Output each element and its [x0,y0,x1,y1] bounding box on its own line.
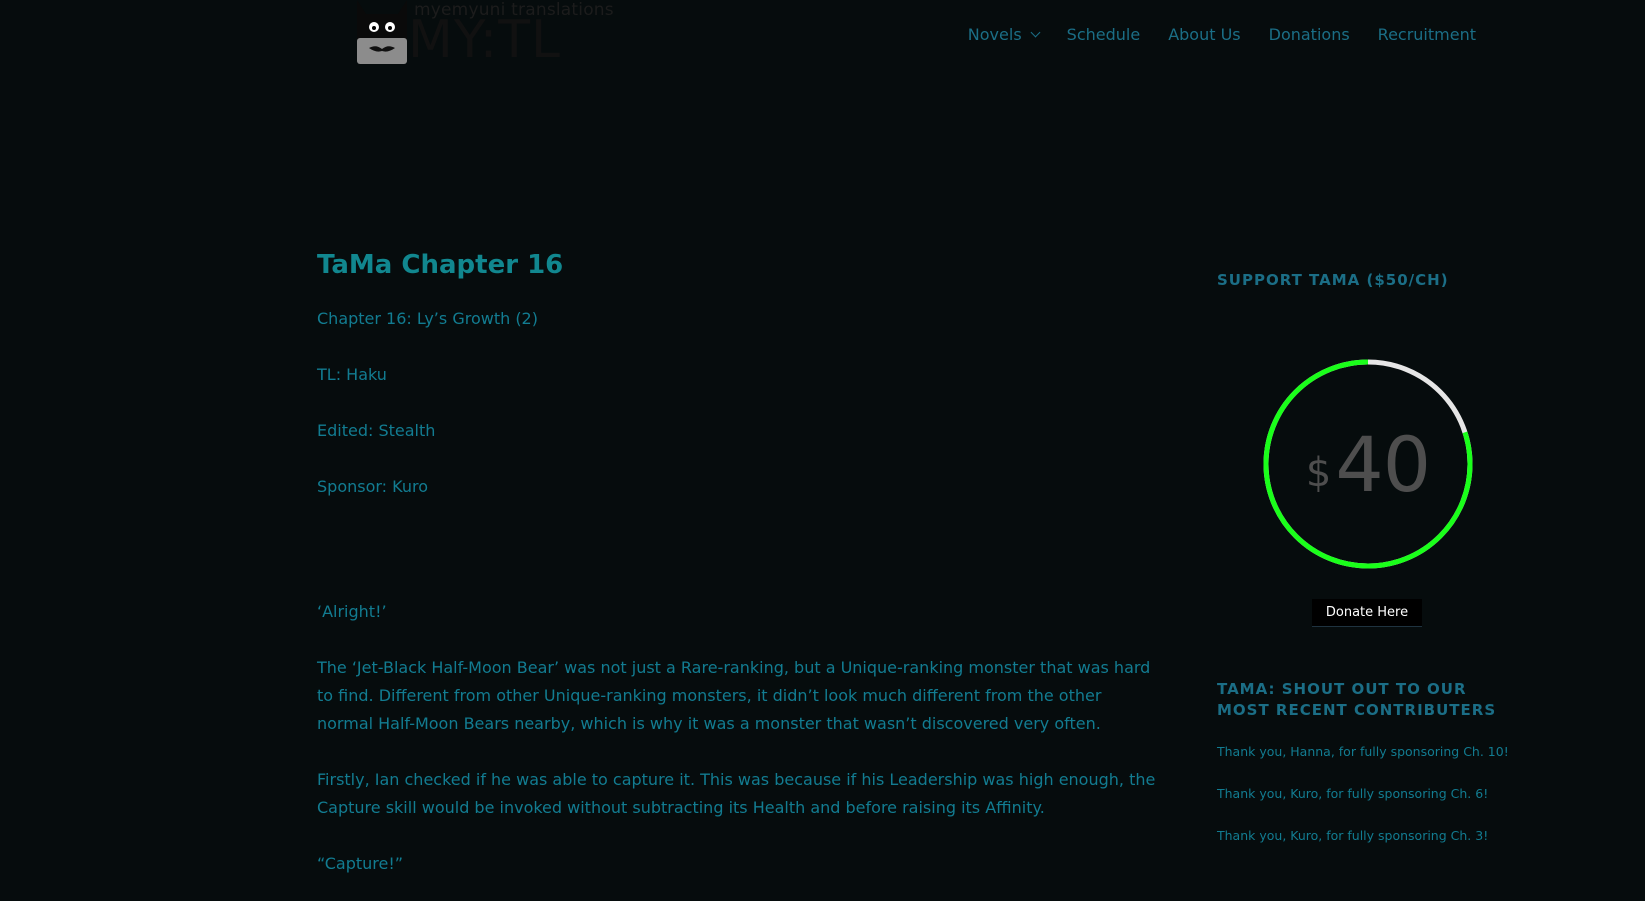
nav-donations[interactable]: Donations [1269,25,1350,44]
story-paragraph: ‘Alright!’ [317,602,387,621]
gauge-amount: $ 40 [1261,357,1475,571]
nav-about-us[interactable]: About Us [1168,25,1240,44]
chevron-down-icon [1030,27,1041,38]
translator-credit: TL: Haku [317,365,387,384]
page-title: TaMa Chapter 16 [317,250,564,280]
shoutout-widget-title: TAMA: SHOUT OUT TO OUR MOST RECENT CONTR… [1217,680,1497,719]
story-paragraph: The ‘Jet-Black Half-Moon Bear’ was not j… [317,658,1151,733]
shoutout-widget: TAMA: SHOUT OUT TO OUR MOST RECENT CONTR… [1217,679,1517,845]
nav-schedule[interactable]: Schedule [1067,25,1141,44]
story-paragraph: “Capture!” [317,854,404,873]
gauge-currency: $ [1305,450,1332,496]
site-logo[interactable]: myemyuni translations MY:TL [0,0,620,75]
support-widget-title: SUPPORT TAMA ($50/CH) [1217,271,1449,289]
logo-text: MY:TL [408,10,561,70]
shoutout-item: Thank you, Hanna, for fully sponsoring C… [1217,744,1509,759]
nav-novels[interactable]: Novels [967,25,1041,44]
donate-button[interactable]: Donate Here [1312,599,1422,627]
sponsor-credit: Sponsor: Kuro [317,477,428,496]
gauge-value: 40 [1335,419,1431,509]
shoutout-item: Thank you, Kuro, for fully sponsoring Ch… [1217,786,1489,801]
sidebar: SUPPORT TAMA ($50/CH) $ 40 Donate Here T… [1217,270,1517,869]
donation-gauge: $ 40 [1261,357,1475,571]
bat-mascot-icon [357,0,407,64]
page: myemyuni translations MY:TL Novels Sched… [0,0,1645,901]
shoutout-item: Thank you, Kuro, for fully sponsoring Ch… [1217,828,1489,843]
main-nav: Novels Schedule About Us Donations Recru… [968,25,1476,44]
editor-credit: Edited: Stealth [317,421,436,440]
chapter-subtitle: Chapter 16: Ly’s Growth (2) [317,309,538,328]
story-paragraph: Firstly, Ian checked if he was able to c… [317,770,1156,817]
nav-novels-label: Novels [967,25,1022,44]
nav-recruitment[interactable]: Recruitment [1378,25,1476,44]
shoutout-list: Thank you, Hanna, for fully sponsoring C… [1217,743,1517,845]
article: TaMa Chapter 16 Chapter 16: Ly’s Growth … [317,250,1157,901]
